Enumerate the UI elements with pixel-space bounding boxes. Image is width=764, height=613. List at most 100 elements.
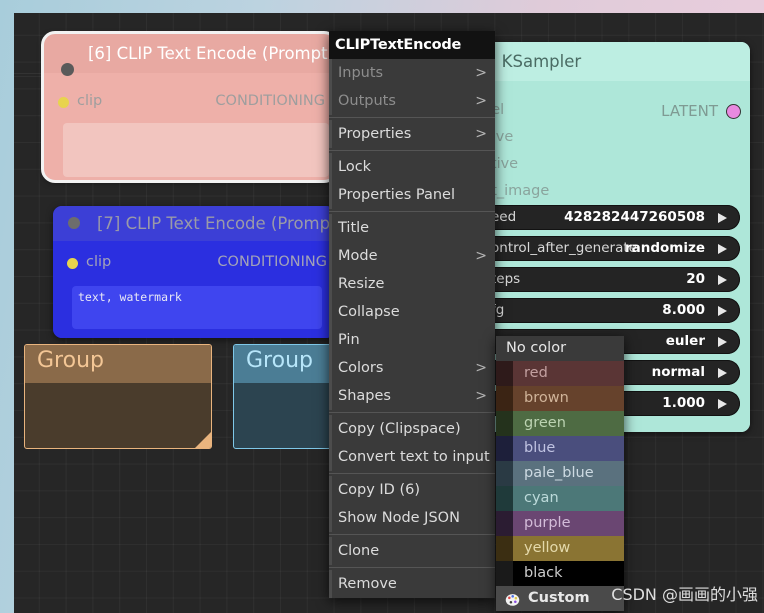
color-item-label: cyan <box>524 490 559 506</box>
menu-item-label: Outputs <box>338 93 396 109</box>
menu-item-label: Colors <box>338 360 384 376</box>
stepper-right-icon[interactable] <box>718 337 727 347</box>
stepper-right-icon[interactable] <box>718 306 727 316</box>
group-label-orange: Group <box>37 348 104 373</box>
menu-item-shapes[interactable]: Shapes > <box>329 382 495 410</box>
widget-value-seed: 428282447260508 <box>564 209 705 225</box>
menu-separator <box>329 567 495 568</box>
output-label-latent: LATENT <box>661 102 718 120</box>
color-item-label: red <box>524 365 548 381</box>
color-item-cyan[interactable]: cyan <box>496 486 624 511</box>
color-item-label: black <box>524 565 563 581</box>
group-box-orange[interactable]: Group <box>24 344 212 449</box>
context-menu-title: CLIPTextEncode <box>329 31 495 59</box>
colors-submenu[interactable]: No color red brown green blue pale_blue <box>496 336 624 611</box>
menu-item-lock[interactable]: Lock <box>329 153 495 181</box>
chevron-right-icon: > <box>475 126 487 142</box>
menu-item-convert-text-to-input[interactable]: Convert text to input <box>329 443 495 471</box>
chevron-right-icon: > <box>475 388 487 404</box>
widget-label-steps: teps <box>491 271 521 287</box>
color-item-brown[interactable]: brown <box>496 386 624 411</box>
menu-separator <box>329 473 495 474</box>
menu-item-copy-id[interactable]: Copy ID (6) <box>329 476 495 504</box>
palette-icon <box>505 591 520 606</box>
color-item-red[interactable]: red <box>496 361 624 386</box>
stepper-right-icon[interactable] <box>718 244 727 254</box>
menu-item-clone[interactable]: Clone <box>329 537 495 565</box>
stepper-right-icon[interactable] <box>718 368 727 378</box>
stepper-right-icon[interactable] <box>718 213 727 223</box>
input-dot-clip-7[interactable] <box>67 258 78 269</box>
prompt-text-7: text, watermark <box>78 290 182 304</box>
menu-item-properties-panel[interactable]: Properties Panel <box>329 181 495 209</box>
menu-item-colors[interactable]: Colors > <box>329 354 495 382</box>
menu-separator <box>329 150 495 151</box>
menu-separator <box>329 534 495 535</box>
color-item-pale-blue[interactable]: pale_blue <box>496 461 624 486</box>
color-item-custom[interactable]: Custom <box>496 586 624 611</box>
color-swatch-black <box>496 561 513 586</box>
color-swatch-pale-blue <box>496 461 513 486</box>
menu-item-label: Copy (Clipspace) <box>338 421 461 437</box>
menu-item-copy-clipspace[interactable]: Copy (Clipspace) <box>329 415 495 443</box>
color-swatch-red <box>496 361 513 386</box>
color-swatch-yellow <box>496 536 513 561</box>
prompt-textbox-7[interactable]: text, watermark <box>72 286 322 329</box>
menu-item-label: Shapes <box>338 388 391 404</box>
menu-separator <box>329 412 495 413</box>
color-item-yellow[interactable]: yellow <box>496 536 624 561</box>
widget-value-scheduler: normal <box>651 364 705 380</box>
widget-seed[interactable]: eed 428282447260508 <box>478 205 740 230</box>
menu-item-inputs[interactable]: Inputs > <box>329 59 495 87</box>
node-clip-text-encode-7[interactable]: [7] CLIP Text Encode (Prompt) clip CONDI… <box>53 206 335 338</box>
widget-steps[interactable]: teps 20 <box>478 267 740 292</box>
menu-item-title[interactable]: Title <box>329 214 495 242</box>
menu-item-properties[interactable]: Properties > <box>329 120 495 148</box>
stepper-right-icon[interactable] <box>718 399 727 409</box>
menu-item-show-node-json[interactable]: Show Node JSON <box>329 504 495 532</box>
color-swatch-green <box>496 411 513 436</box>
menu-separator <box>329 117 495 118</box>
menu-item-label: Copy ID (6) <box>338 482 420 498</box>
menu-item-mode[interactable]: Mode > <box>329 242 495 270</box>
color-item-label: green <box>524 415 566 431</box>
menu-item-collapse[interactable]: Collapse <box>329 298 495 326</box>
color-swatch-brown <box>496 386 513 411</box>
stepper-right-icon[interactable] <box>718 275 727 285</box>
chevron-right-icon: > <box>475 360 487 376</box>
color-item-black[interactable]: black <box>496 561 624 586</box>
color-item-label: brown <box>524 390 569 406</box>
menu-item-label: Show Node JSON <box>338 510 460 526</box>
menu-item-label: Clone <box>338 543 380 559</box>
widget-control-after-generate[interactable]: ontrol_after_generate randomize <box>478 236 740 261</box>
menu-item-pin[interactable]: Pin <box>329 326 495 354</box>
menu-item-outputs[interactable]: Outputs > <box>329 87 495 115</box>
color-item-no-color[interactable]: No color <box>496 336 624 361</box>
widget-value-denoise: 1.000 <box>662 395 705 411</box>
group-resize-handle[interactable] <box>195 432 211 448</box>
menu-item-resize[interactable]: Resize <box>329 270 495 298</box>
color-item-label: yellow <box>524 540 571 556</box>
color-item-purple[interactable]: purple <box>496 511 624 536</box>
node-context-menu[interactable]: CLIPTextEncode Inputs > Outputs > Proper… <box>329 31 495 598</box>
watermark-text: CSDN @画画的小强 <box>611 585 758 604</box>
widget-value-control-after-generate: randomize <box>624 240 705 256</box>
color-item-label: purple <box>524 515 571 531</box>
chevron-right-icon: > <box>475 248 487 264</box>
menu-item-remove[interactable]: Remove <box>329 570 495 598</box>
menu-item-label: Mode <box>338 248 378 264</box>
widget-cfg[interactable]: fg 8.000 <box>478 298 740 323</box>
color-item-blue[interactable]: blue <box>496 436 624 461</box>
color-item-green[interactable]: green <box>496 411 624 436</box>
collapse-dot-6[interactable] <box>61 63 74 76</box>
color-item-label: blue <box>524 440 556 456</box>
menu-item-label: Title <box>338 220 370 236</box>
menu-item-label: Properties <box>338 126 412 142</box>
graph-canvas[interactable]: [6] CLIP Text Encode (Prompt) clip CONDI… <box>14 13 764 613</box>
output-dot-latent[interactable] <box>727 105 740 118</box>
widget-value-steps: 20 <box>686 271 705 287</box>
menu-item-label: Properties Panel <box>338 187 456 203</box>
node-title-7: [7] CLIP Text Encode (Prompt) <box>53 206 335 241</box>
collapse-dot-7[interactable] <box>68 217 80 229</box>
color-item-label: pale_blue <box>524 465 594 481</box>
